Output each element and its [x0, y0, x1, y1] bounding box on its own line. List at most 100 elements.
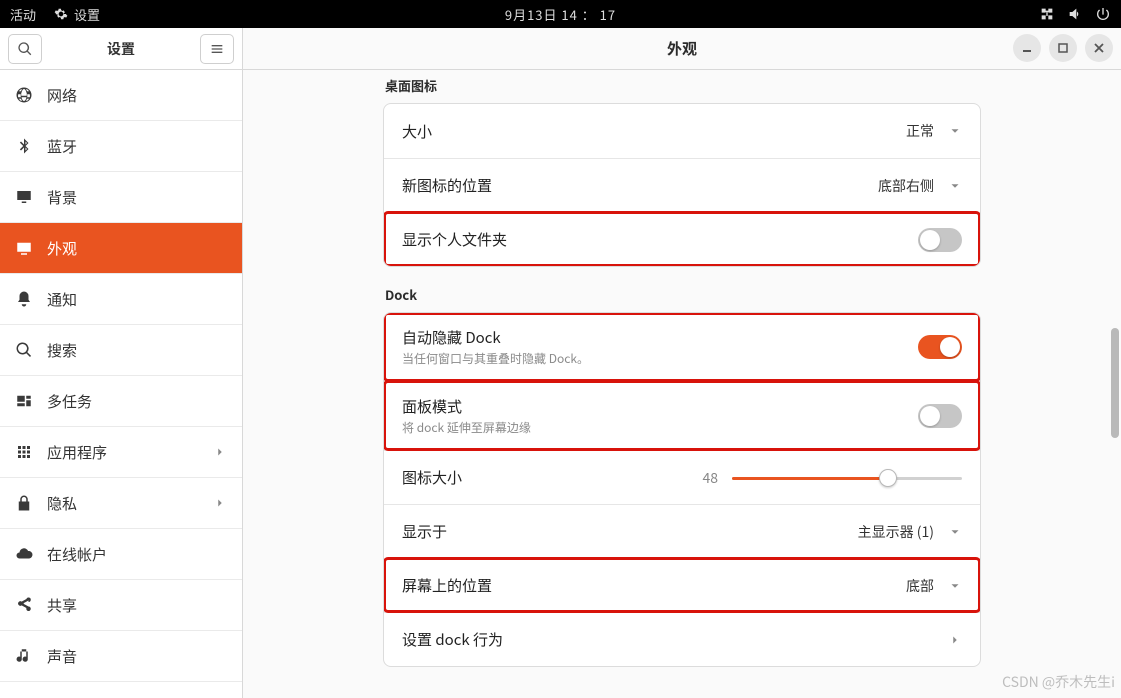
sidebar-list: 网络 蓝牙 背景 外观 通知 搜索: [0, 70, 242, 698]
sidebar-item-label: 在线帐户: [47, 544, 227, 565]
lock-icon: [15, 494, 33, 512]
close-icon: [1093, 42, 1105, 54]
chevron-down-icon: [948, 179, 962, 193]
sidebar-item-background[interactable]: 背景: [0, 172, 242, 223]
sidebar: 设置 网络 蓝牙 背景 外观 通知: [0, 28, 243, 698]
panel-desktop-icons: 大小 正常 新图标的位置 底部右侧 显示个人文件夹: [383, 103, 981, 267]
window-controls: [1013, 34, 1113, 62]
chevron-down-icon: [948, 124, 962, 138]
scrollbar[interactable]: [1111, 328, 1119, 438]
chevron-down-icon: [948, 579, 962, 593]
topbar-app-label: 设置: [74, 5, 100, 24]
row-label: 显示个人文件夹: [402, 229, 908, 250]
chevron-right-icon: [213, 445, 227, 459]
row-label: 新图标的位置: [402, 175, 868, 196]
chevron-down-icon: [948, 525, 962, 539]
gear-icon: [54, 7, 68, 21]
sidebar-item-sharing[interactable]: 共享: [0, 580, 242, 631]
sidebar-item-privacy[interactable]: 隐私: [0, 478, 242, 529]
row-show-on[interactable]: 显示于 主显示器 (1): [384, 504, 980, 558]
row-label: 显示于: [402, 521, 848, 542]
row-sublabel: 将 dock 延伸至屏幕边缘: [402, 419, 908, 436]
sidebar-item-sound[interactable]: 声音: [0, 631, 242, 682]
sidebar-item-label: 隐私: [47, 493, 199, 514]
volume-icon: [1067, 6, 1083, 22]
sidebar-item-network[interactable]: 网络: [0, 70, 242, 121]
row-new-icon-position[interactable]: 新图标的位置 底部右侧: [384, 158, 980, 212]
activities-button[interactable]: 活动: [10, 5, 36, 24]
sidebar-item-notifications[interactable]: 通知: [0, 274, 242, 325]
toggle-show-home[interactable]: [918, 228, 962, 252]
chevron-right-icon: [948, 633, 962, 647]
sidebar-item-label: 搜索: [47, 340, 227, 361]
row-panel-mode: 面板模式 将 dock 延伸至屏幕边缘: [384, 381, 980, 450]
sidebar-item-label: 外观: [47, 238, 227, 259]
row-show-home-folder: 显示个人文件夹: [384, 212, 980, 266]
panel-dock: 自动隐藏 Dock 当任何窗口与其重叠时隐藏 Dock。 面板模式 将 dock…: [383, 312, 981, 667]
icon-size-slider[interactable]: [732, 469, 962, 487]
sidebar-item-label: 背景: [47, 187, 227, 208]
row-value: 底部右侧: [878, 176, 934, 196]
bluetooth-icon: [15, 137, 33, 155]
chevron-right-icon: [213, 496, 227, 510]
row-value: 正常: [906, 121, 934, 141]
sidebar-item-applications[interactable]: 应用程序: [0, 427, 242, 478]
row-value: 底部: [906, 576, 934, 596]
search-button[interactable]: [8, 34, 42, 64]
sidebar-title: 设置: [50, 39, 192, 59]
topbar-app-menu[interactable]: 设置: [54, 5, 100, 24]
cloud-icon: [15, 545, 33, 563]
sidebar-item-label: 共享: [47, 595, 227, 616]
multitasking-icon: [15, 392, 33, 410]
watermark: CSDN @乔木先生i: [1002, 672, 1115, 692]
minimize-button[interactable]: [1013, 34, 1041, 62]
toggle-autohide[interactable]: [918, 335, 962, 359]
row-value: 主显示器 (1): [858, 522, 934, 542]
minimize-icon: [1021, 42, 1033, 54]
search-icon: [15, 341, 33, 359]
sidebar-item-online-accounts[interactable]: 在线帐户: [0, 529, 242, 580]
share-icon: [15, 596, 33, 614]
sidebar-item-multitasking[interactable]: 多任务: [0, 376, 242, 427]
settings-window: 设置 网络 蓝牙 背景 外观 通知: [0, 28, 1121, 698]
row-sublabel: 当任何窗口与其重叠时隐藏 Dock。: [402, 350, 908, 367]
row-dock-behavior[interactable]: 设置 dock 行为: [384, 612, 980, 666]
display-icon: [15, 188, 33, 206]
menu-button[interactable]: [200, 34, 234, 64]
music-icon: [15, 647, 33, 665]
clock[interactable]: 9月13日 14 ： 17: [505, 5, 616, 24]
network-icon: [1039, 6, 1055, 22]
row-label: 面板模式: [402, 396, 908, 417]
page-title: 外观: [667, 38, 697, 59]
row-label: 设置 dock 行为: [402, 629, 938, 650]
system-top-bar: 活动 设置 9月13日 14 ： 17: [0, 0, 1121, 28]
appearance-icon: [15, 239, 33, 257]
sidebar-item-label: 声音: [47, 646, 227, 667]
sidebar-item-appearance[interactable]: 外观: [0, 223, 242, 274]
system-status-area[interactable]: [1039, 6, 1111, 22]
row-icon-size[interactable]: 大小 正常: [384, 104, 980, 158]
content-pane: 外观 桌面图标 大小 正常 新图标的位置 底部右侧: [243, 28, 1121, 698]
row-label: 自动隐藏 Dock: [402, 327, 908, 348]
search-icon: [17, 41, 33, 57]
content-header: 外观: [243, 28, 1121, 70]
maximize-button[interactable]: [1049, 34, 1077, 62]
section-title-dock: Dock: [385, 285, 981, 304]
sidebar-item-bluetooth[interactable]: 蓝牙: [0, 121, 242, 172]
toggle-panel-mode[interactable]: [918, 404, 962, 428]
content-body: 桌面图标 大小 正常 新图标的位置 底部右侧 显示个人文件夹: [243, 70, 1121, 698]
sidebar-item-label: 网络: [47, 85, 227, 106]
sidebar-item-label: 通知: [47, 289, 227, 310]
maximize-icon: [1057, 42, 1069, 54]
row-label: 屏幕上的位置: [402, 575, 896, 596]
sidebar-item-search[interactable]: 搜索: [0, 325, 242, 376]
section-title-desktop-icons: 桌面图标: [385, 76, 981, 95]
row-screen-position[interactable]: 屏幕上的位置 底部: [384, 558, 980, 612]
close-button[interactable]: [1085, 34, 1113, 62]
power-icon: [1095, 6, 1111, 22]
bell-icon: [15, 290, 33, 308]
globe-icon: [15, 86, 33, 104]
hamburger-icon: [209, 41, 225, 57]
sidebar-header: 设置: [0, 28, 242, 70]
row-autohide-dock: 自动隐藏 Dock 当任何窗口与其重叠时隐藏 Dock。: [384, 313, 980, 381]
